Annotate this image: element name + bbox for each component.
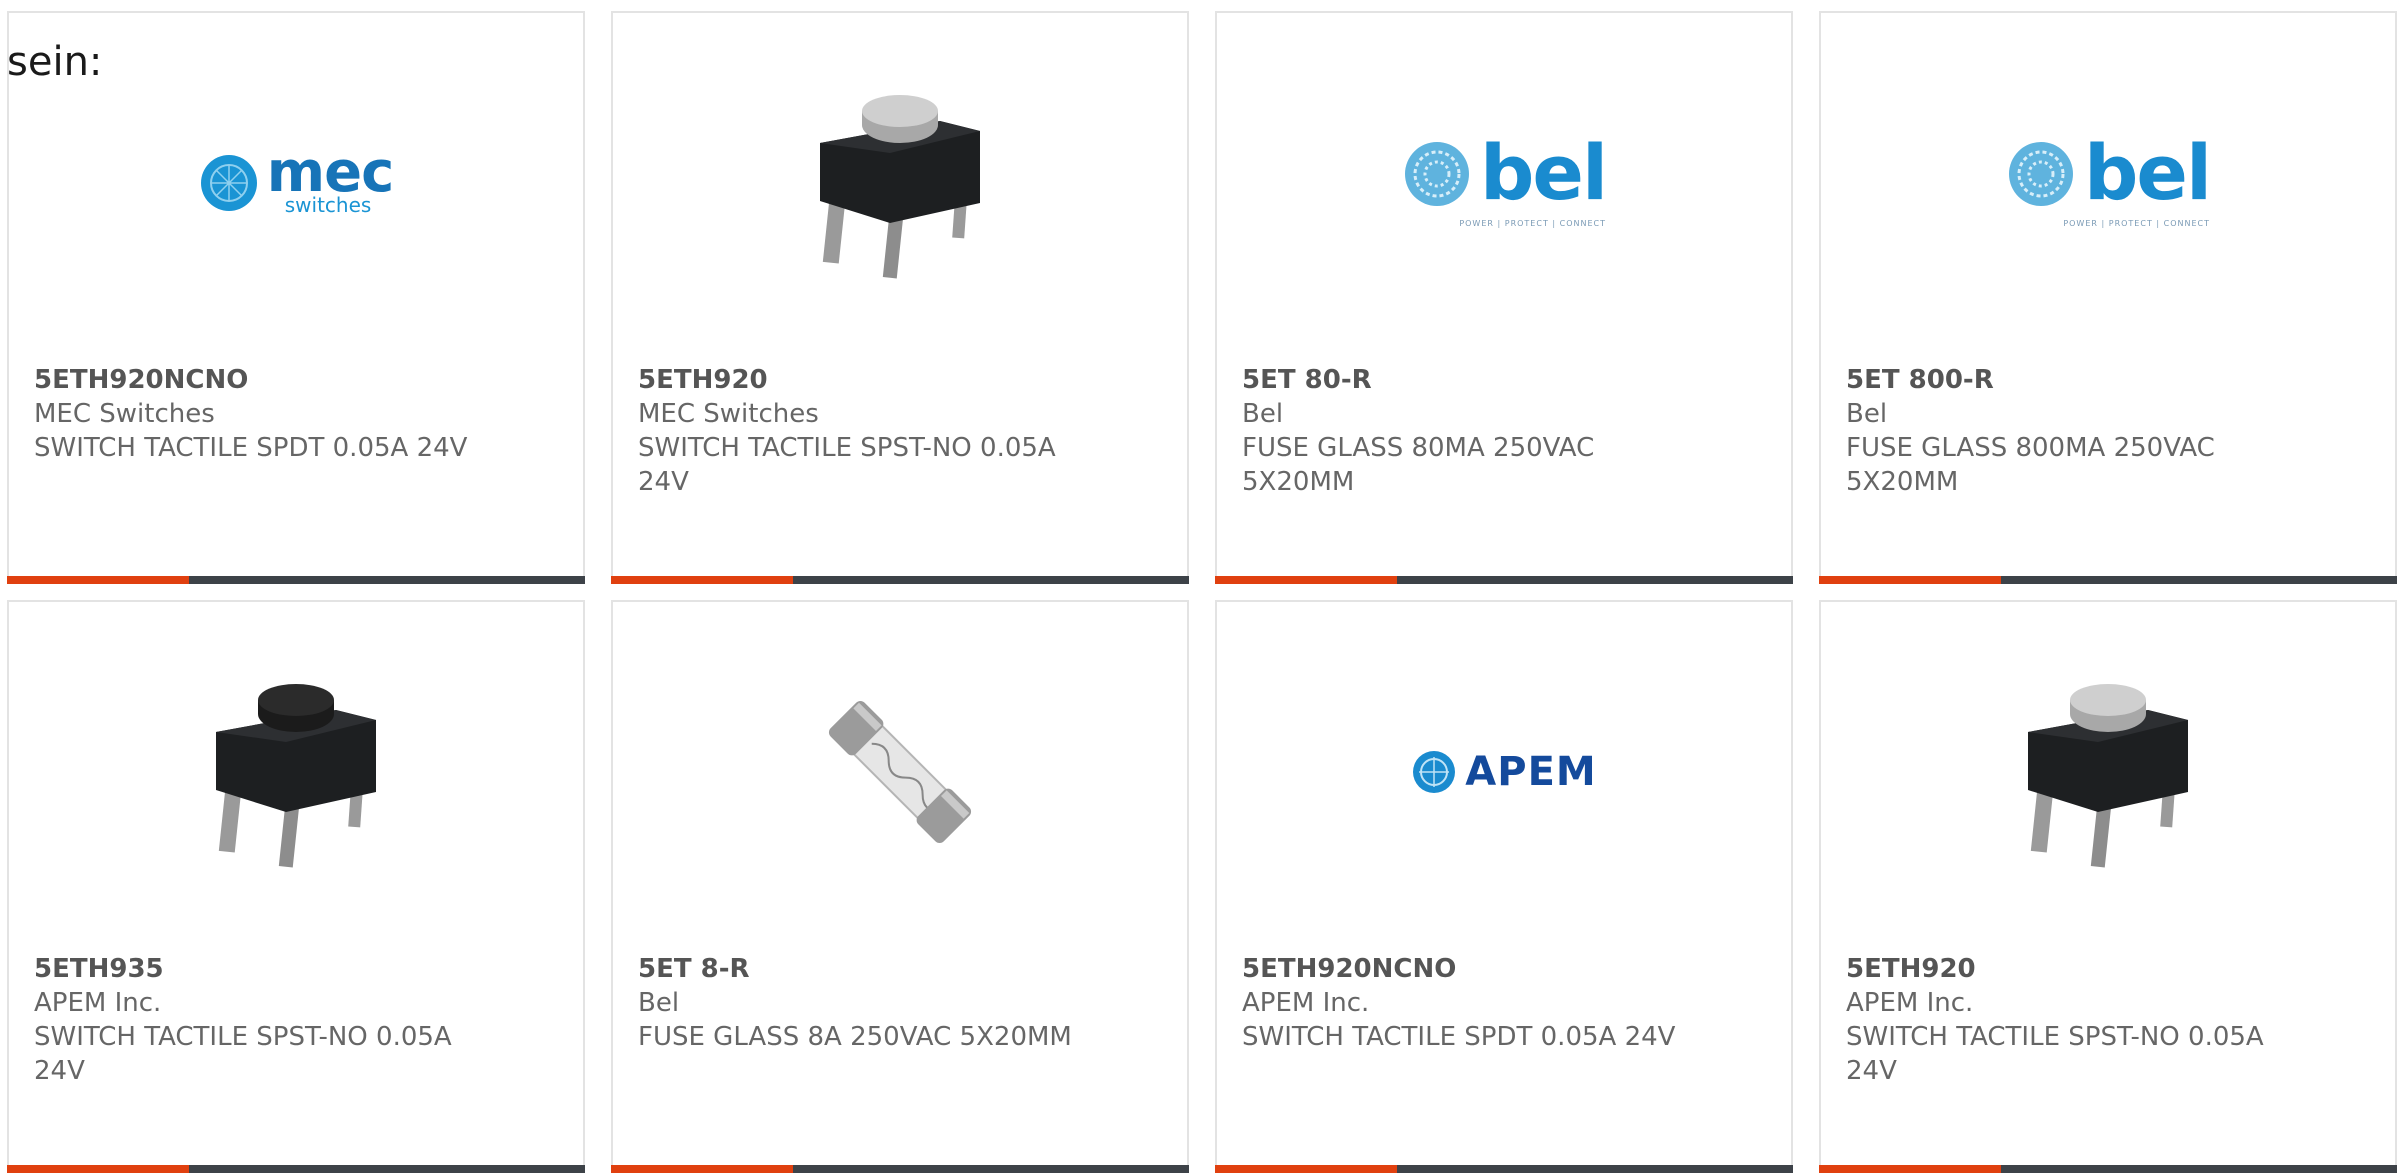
manufacturer: APEM Inc. xyxy=(1846,988,1974,1018)
bel-globe-icon xyxy=(2009,141,2073,206)
mec-globe-icon xyxy=(200,154,257,211)
manufacturer: Bel xyxy=(638,988,680,1018)
manufacturer: MEC Switches xyxy=(638,399,819,429)
card-bar xyxy=(1819,576,2397,584)
part-number[interactable]: 5ET 8-R xyxy=(638,952,1167,986)
product-card[interactable]: mec switches 5ETH920NCNO MEC Switches SW… xyxy=(7,11,585,584)
manufacturer: Bel xyxy=(1846,399,1888,429)
product-card[interactable]: 5ETH935 APEM Inc. SWITCH TACTILE SPST-NO… xyxy=(7,600,585,1173)
apem-logo: APEM xyxy=(1404,672,1604,872)
apem-globe-icon xyxy=(1413,751,1456,793)
card-bar xyxy=(611,1165,1189,1173)
manufacturer: Bel xyxy=(1242,399,1284,429)
bel-globe-icon xyxy=(1405,141,1469,206)
part-number[interactable]: 5ETH920 xyxy=(638,363,1167,397)
part-number[interactable]: 5ET 80-R xyxy=(1242,363,1771,397)
tactile-switch-photo xyxy=(2008,672,2208,872)
product-card[interactable]: APEM 5ETH920NCNO APEM Inc. SWITCH TACTIL… xyxy=(1215,600,1793,1173)
description: SWITCH TACTILE SPST-NO 0.05A 24V xyxy=(1846,1022,2264,1086)
bel-logo: bel POWER | PROTECT | CONNECT xyxy=(1404,83,1608,283)
card-bar xyxy=(611,576,1189,584)
description: FUSE GLASS 8A 250VAC 5X20MM xyxy=(638,1022,1072,1052)
description: FUSE GLASS 800MA 250VAC 5X20MM xyxy=(1846,433,2215,497)
description: SWITCH TACTILE SPST-NO 0.05A 24V xyxy=(638,433,1056,497)
description: SWITCH TACTILE SPDT 0.05A 24V xyxy=(1242,1022,1676,1052)
product-card[interactable]: 5ET 8-R Bel FUSE GLASS 8A 250VAC 5X20MM xyxy=(611,600,1189,1173)
product-card[interactable]: 5ETH920 APEM Inc. SWITCH TACTILE SPST-NO… xyxy=(1819,600,2397,1173)
description: SWITCH TACTILE SPDT 0.05A 24V xyxy=(34,433,468,463)
manufacturer: APEM Inc. xyxy=(1242,988,1370,1018)
part-number[interactable]: 5ETH920NCNO xyxy=(34,363,563,397)
manufacturer: MEC Switches xyxy=(34,399,215,429)
tactile-switch-photo xyxy=(800,83,1000,283)
bel-logo: bel POWER | PROTECT | CONNECT xyxy=(2008,83,2212,283)
product-card[interactable]: bel POWER | PROTECT | CONNECT 5ET 800-R … xyxy=(1819,11,2397,584)
card-bar xyxy=(1215,1165,1793,1173)
card-bar xyxy=(7,1165,585,1173)
product-card[interactable]: bel POWER | PROTECT | CONNECT 5ET 80-R B… xyxy=(1215,11,1793,584)
description: FUSE GLASS 80MA 250VAC 5X20MM xyxy=(1242,433,1595,497)
product-card[interactable]: 5ETH920 MEC Switches SWITCH TACTILE SPST… xyxy=(611,11,1189,584)
card-bar xyxy=(1215,576,1793,584)
part-number[interactable]: 5ET 800-R xyxy=(1846,363,2375,397)
manufacturer: APEM Inc. xyxy=(34,988,162,1018)
card-bar xyxy=(1819,1165,2397,1173)
glass-fuse-photo xyxy=(800,672,1000,872)
part-number[interactable]: 5ETH920NCNO xyxy=(1242,952,1771,986)
tactile-switch-photo xyxy=(196,672,396,872)
card-bar xyxy=(7,576,585,584)
description: SWITCH TACTILE SPST-NO 0.05A 24V xyxy=(34,1022,452,1086)
intro-text: sein: xyxy=(7,39,103,85)
part-number[interactable]: 5ETH920 xyxy=(1846,952,2375,986)
mec-switches-logo: mec switches xyxy=(196,83,396,283)
part-number[interactable]: 5ETH935 xyxy=(34,952,563,986)
